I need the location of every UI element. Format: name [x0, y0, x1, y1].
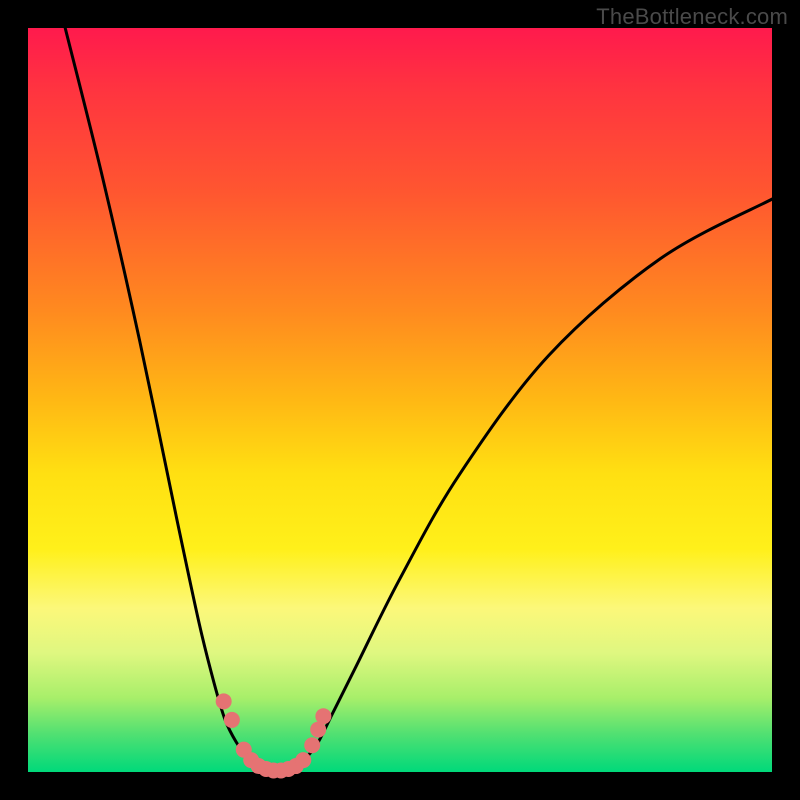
- highlight-point: [295, 752, 311, 768]
- chart-plot-area: [28, 28, 772, 772]
- highlight-point: [315, 708, 331, 724]
- chart-svg: [28, 28, 772, 772]
- highlight-point: [216, 693, 232, 709]
- curve-layer: [65, 28, 772, 772]
- highlight-point: [224, 712, 240, 728]
- watermark-text: TheBottleneck.com: [596, 4, 788, 30]
- chart-frame: TheBottleneck.com: [0, 0, 800, 800]
- highlight-point: [304, 737, 320, 753]
- series-right-curve: [296, 199, 772, 772]
- series-left-curve: [65, 28, 258, 772]
